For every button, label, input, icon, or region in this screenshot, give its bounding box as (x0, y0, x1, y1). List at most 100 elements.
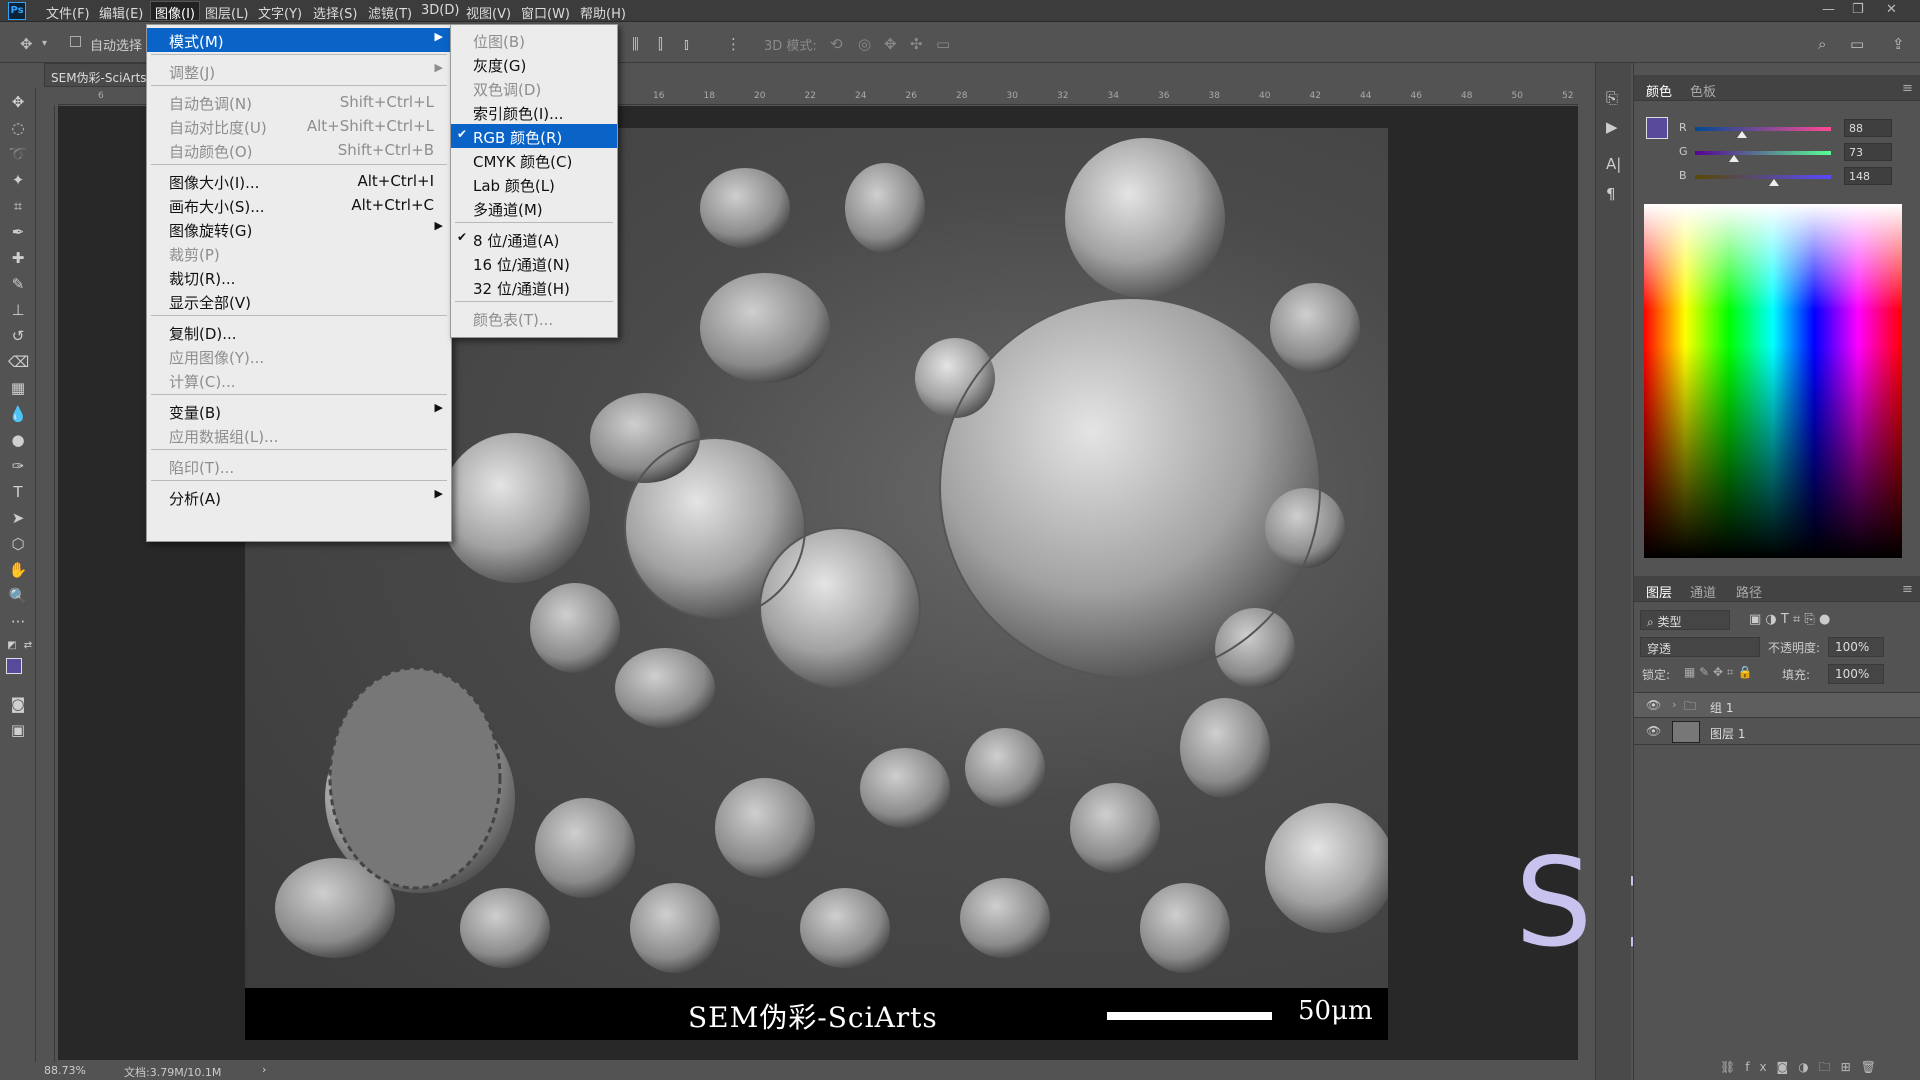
gradient-tool-icon[interactable]: ▦ (8, 378, 28, 398)
fg-color-preview[interactable] (1646, 117, 1668, 139)
image-menu-item[interactable]: 裁切(R)... (147, 265, 451, 289)
panel-menu-icon[interactable]: ≡ (1902, 81, 1913, 96)
visibility-eye-icon[interactable]: 👁 (1646, 698, 1661, 712)
shape-tool-icon[interactable]: ⬡ (8, 534, 28, 554)
eyedropper-icon[interactable]: ✒ (8, 222, 28, 242)
mode-menu-item[interactable]: 32 位/通道(H) (451, 275, 617, 299)
marquee-tool-icon[interactable]: ◌ (8, 118, 28, 138)
character-icon[interactable]: A| (1606, 155, 1621, 173)
path-select-icon[interactable]: ➤ (8, 508, 28, 528)
image-menu-item[interactable]: 陷印(T)... (147, 454, 451, 478)
green-value-field[interactable]: 73 (1844, 143, 1892, 161)
green-slider[interactable]: G 73 (1679, 143, 1909, 163)
minimize-icon[interactable]: — (1822, 2, 1835, 17)
image-menu-item[interactable]: 图像大小(I)... Alt+Ctrl+I (147, 169, 451, 193)
mode-menu-item[interactable]: 颜色表(T)... (451, 306, 617, 330)
layer-actions-icons[interactable]: ⛓fx◙◑🗀⊞🗑 (1720, 1058, 1886, 1079)
stamp-tool-icon[interactable]: ⊥ (8, 300, 28, 320)
swap-colors-icon[interactable]: ⇄ (18, 636, 38, 656)
green-thumb[interactable] (1728, 155, 1739, 162)
close-icon[interactable]: ✕ (1886, 2, 1897, 17)
workspace-icon[interactable]: ▭ (1850, 35, 1864, 53)
mode-menu-item[interactable]: 16 位/通道(N) (451, 251, 617, 275)
align-center-icon[interactable]: ⫼ (632, 35, 639, 53)
mode-menu-item[interactable]: 多通道(M) (451, 196, 617, 220)
share-icon[interactable]: ⇪ (1892, 35, 1905, 53)
distribute-icon[interactable]: ⋮ (726, 35, 741, 53)
hand-tool-icon[interactable]: ✋ (8, 560, 28, 580)
pen-tool-icon[interactable]: ✑ (8, 456, 28, 476)
chevron-right-icon[interactable]: › (1672, 698, 1676, 711)
move-tool-icon[interactable]: ✥ (8, 92, 28, 112)
3d-scale-icon[interactable]: ▭ (936, 35, 950, 53)
document-tab[interactable]: SEM伪彩-SciArts (44, 63, 154, 87)
zoom-level[interactable]: 88.73% (44, 1064, 86, 1077)
align-middle-icon[interactable]: ⫿ (658, 35, 663, 53)
image-menu-item[interactable]: 自动颜色(O) Shift+Ctrl+B (147, 138, 451, 162)
mode-menu-item[interactable]: ✔ 8 位/通道(A) (451, 227, 617, 251)
menu-help[interactable]: 帮助(H) (580, 3, 626, 22)
image-menu-item[interactable]: 裁剪(P) (147, 241, 451, 265)
history-icon[interactable]: ⎘ (1606, 89, 1618, 107)
chevron-down-icon[interactable]: ▾ (42, 38, 47, 49)
layer-filter-select[interactable]: ⌕ 类型 (1640, 610, 1730, 630)
menu-layer[interactable]: 图层(L) (205, 3, 248, 22)
image-menu-item[interactable]: 画布大小(S)... Alt+Ctrl+C (147, 193, 451, 217)
actions-play-icon[interactable]: ▶ (1606, 118, 1618, 136)
crop-tool-icon[interactable]: ⌗ (8, 196, 28, 216)
move-tool-icon[interactable]: ✥ (20, 35, 33, 53)
type-tool-icon[interactable]: T (8, 482, 28, 502)
blur-tool-icon[interactable]: 💧 (8, 404, 28, 424)
dodge-tool-icon[interactable]: ● (8, 430, 28, 450)
image-menu-item[interactable]: 复制(D)... (147, 320, 451, 344)
3d-pan-icon[interactable]: ✥ (884, 35, 897, 53)
auto-select-checkbox[interactable] (70, 36, 81, 47)
image-menu-item[interactable]: 应用图像(Y)... (147, 344, 451, 368)
3d-orbit-icon[interactable]: ⟲ (830, 35, 843, 53)
quick-mask-icon[interactable]: ◙ (8, 694, 28, 714)
blue-value-field[interactable]: 148 (1844, 167, 1892, 185)
mode-menu-item[interactable]: Lab 颜色(L) (451, 172, 617, 196)
panel-menu-icon[interactable]: ≡ (1902, 582, 1913, 597)
mode-menu-item[interactable]: ✔ RGB 颜色(R) (451, 124, 617, 148)
restore-icon[interactable]: ❐ (1852, 2, 1864, 17)
visibility-eye-icon[interactable]: 👁 (1646, 724, 1661, 738)
lock-icons[interactable]: ▦ ✎ ✥ ⌗ 🔒 (1684, 665, 1752, 680)
align-right-icon[interactable]: ⫾ (684, 35, 689, 53)
image-menu-item[interactable]: 变量(B) ▶ (147, 399, 451, 423)
green-track[interactable] (1695, 151, 1831, 155)
layer-row-layer-1[interactable]: 👁 图层 1 (1634, 719, 1920, 745)
blend-mode-select[interactable]: 穿透 (1640, 637, 1760, 657)
3d-roll-icon[interactable]: ◎ (858, 35, 871, 53)
history-brush-icon[interactable]: ↺ (8, 326, 28, 346)
image-menu-item[interactable]: 模式(M) ▶ (147, 28, 451, 52)
image-menu-item[interactable]: 显示全部(V) (147, 289, 451, 313)
image-menu-item[interactable]: 图像旋转(G) ▶ (147, 217, 451, 241)
screen-mode-icon[interactable]: ▣ (8, 720, 28, 740)
mode-menu-item[interactable]: 位图(B) (451, 28, 617, 52)
healing-brush-icon[interactable]: ✚ (8, 248, 28, 268)
search-icon[interactable]: ⌕ (1818, 35, 1826, 53)
mode-menu-item[interactable]: 灰度(G) (451, 52, 617, 76)
blue-thumb[interactable] (1768, 179, 1779, 186)
blue-slider[interactable]: B 148 (1679, 167, 1909, 187)
tab-swatches[interactable]: 色板 (1690, 81, 1716, 100)
mode-menu-item[interactable]: 索引颜色(I)... (451, 100, 617, 124)
red-thumb[interactable] (1736, 131, 1747, 138)
image-menu-item[interactable]: 计算(C)... (147, 368, 451, 392)
more-tools-icon[interactable]: ··· (8, 612, 28, 632)
chevron-right-icon[interactable]: › (262, 1063, 266, 1076)
menu-view[interactable]: 视图(V) (466, 3, 511, 22)
zoom-tool-icon[interactable]: 🔍 (8, 586, 28, 606)
image-menu-item[interactable]: 应用数据组(L)... (147, 423, 451, 447)
paragraph-icon[interactable]: ¶ (1606, 185, 1616, 203)
mode-menu-item[interactable]: CMYK 颜色(C) (451, 148, 617, 172)
3d-slide-icon[interactable]: ✣ (910, 35, 923, 53)
fill-field[interactable]: 100% (1828, 664, 1884, 684)
lasso-tool-icon[interactable]: ➰ (8, 144, 28, 164)
filter-icons[interactable]: ▣ ◑ T ⌗ ⎘ ● (1749, 612, 1830, 627)
red-slider[interactable]: R 88 (1679, 119, 1909, 139)
tab-layers[interactable]: 图层 (1646, 582, 1672, 601)
foreground-color-swatch[interactable] (6, 658, 22, 674)
red-track[interactable] (1695, 127, 1831, 131)
